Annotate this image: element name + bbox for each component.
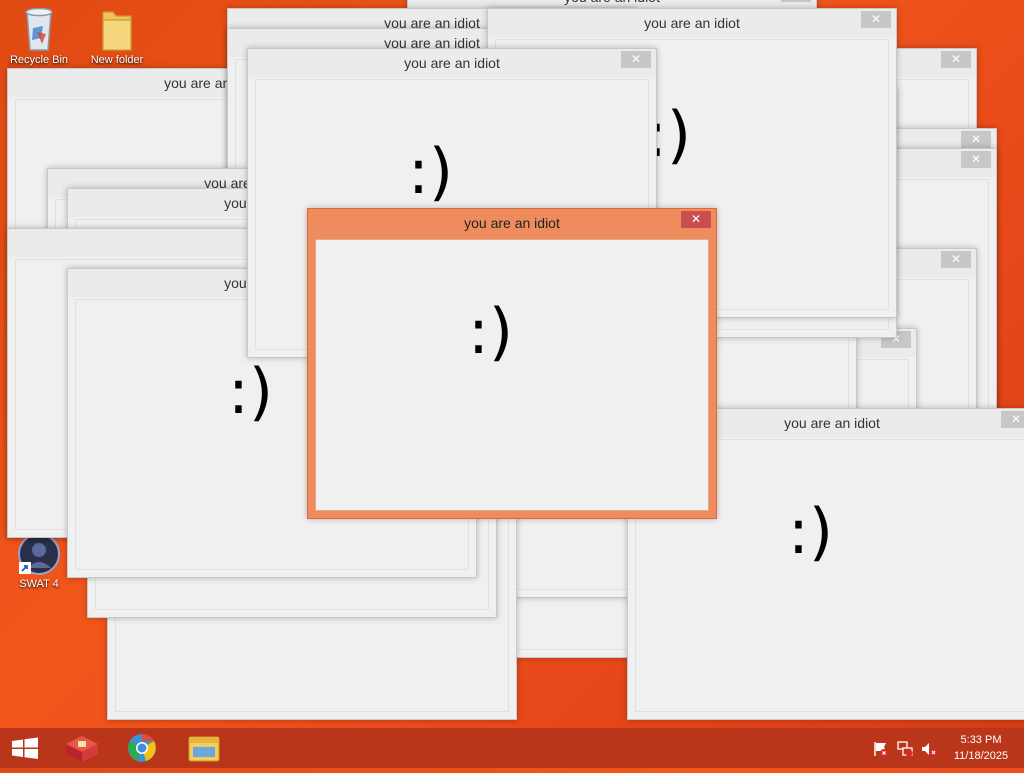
window-client-area: :) [315,239,709,511]
volume-muted-icon[interactable] [920,740,938,758]
folder-icon [102,11,132,51]
close-button[interactable]: ✕ [941,251,971,268]
desktop-icon-label: Recycle Bin [9,54,69,66]
swat4-shortcut-icon [18,533,60,575]
start-button[interactable] [0,728,52,768]
desktop-icon-label: New folder [90,54,144,66]
close-button[interactable]: ✕ [861,11,891,28]
window-title: you are an idiot [564,0,660,5]
close-button[interactable]: ✕ [781,0,811,2]
close-button[interactable]: ✕ [961,151,991,168]
close-button[interactable]: ✕ [941,51,971,68]
smiley-face-text: :) [468,295,514,368]
close-button[interactable]: ✕ [621,51,651,68]
desktop-icon-label: SWAT 4 [19,578,59,590]
window-title: you are an idiot [784,415,880,431]
smiley-face-text: :) [788,495,834,568]
taskbar-clock[interactable]: 5:33 PM 11/18/2025 [946,732,1016,764]
taskbar-winrar-button[interactable] [56,728,108,768]
network-icon[interactable] [896,740,914,758]
window-title: you are an idiot [404,55,500,71]
window-titlebar[interactable]: you are an idiot ✕ [308,209,716,237]
winrar-icon [66,736,98,762]
windows-start-icon [12,737,38,759]
close-button[interactable]: ✕ [961,131,991,148]
smiley-face-text: :) [228,355,274,428]
taskbar-explorer-button[interactable] [178,728,230,768]
taskbar-browser-button[interactable] [116,728,168,768]
close-button[interactable]: ✕ [1001,411,1024,428]
taskbar [0,728,1024,768]
action-center-flag-icon[interactable] [872,740,890,758]
clock-time: 5:33 PM [960,734,1002,746]
desktop-icon-new-folder[interactable]: New folder [82,6,152,66]
desktop-icon-recycle-bin[interactable]: Recycle Bin [4,6,74,66]
clock-date: 11/18/2025 [953,750,1009,762]
close-button[interactable]: ✕ [681,211,711,228]
popup-window-active[interactable]: you are an idiot ✕ :) [307,208,717,519]
desktop: Recycle Bin New folder SWAT 4 you are an… [0,0,1024,728]
window-titlebar[interactable]: you are an idiot ✕ [248,49,656,77]
file-explorer-icon [188,736,220,762]
window-titlebar[interactable]: you are an idiot ✕ [488,9,896,37]
chrome-icon [128,734,156,762]
window-title: you are an idiot [644,15,740,31]
desktop-icon-swat4[interactable]: SWAT 4 [4,532,74,590]
recycle-bin-icon [25,7,53,51]
smiley-face-text: :) [408,135,454,208]
window-title: you are an idiot [464,215,560,231]
